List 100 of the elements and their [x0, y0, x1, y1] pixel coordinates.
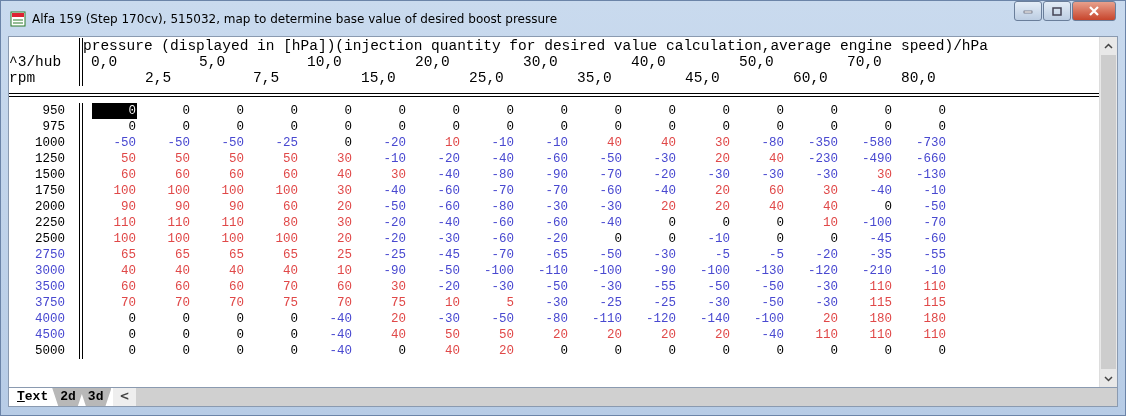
- table-cell[interactable]: -25: [254, 135, 299, 151]
- table-cell[interactable]: 75: [254, 295, 299, 311]
- table-cell[interactable]: 0: [524, 343, 569, 359]
- table-cell[interactable]: -25: [362, 247, 407, 263]
- table-cell[interactable]: -40: [470, 151, 515, 167]
- table-cell[interactable]: -40: [416, 167, 461, 183]
- table-cell[interactable]: 20: [632, 199, 677, 215]
- table-cell[interactable]: 10: [416, 135, 461, 151]
- table-cell[interactable]: 0: [362, 103, 407, 119]
- table-cell[interactable]: -60: [902, 231, 947, 247]
- table-cell[interactable]: -50: [524, 279, 569, 295]
- table-cell[interactable]: 0: [254, 327, 299, 343]
- table-cell[interactable]: -120: [794, 263, 839, 279]
- table-cell[interactable]: 30: [308, 183, 353, 199]
- table-cell[interactable]: 30: [686, 135, 731, 151]
- table-cell[interactable]: 0: [362, 343, 407, 359]
- table-cell[interactable]: 60: [254, 167, 299, 183]
- table-cell[interactable]: 0: [686, 343, 731, 359]
- table-cell[interactable]: -40: [416, 215, 461, 231]
- table-cell[interactable]: 0: [470, 119, 515, 135]
- table-cell[interactable]: -50: [92, 135, 137, 151]
- table-cell[interactable]: -60: [470, 215, 515, 231]
- table-cell[interactable]: 0: [416, 103, 461, 119]
- table-cell[interactable]: 0: [92, 119, 137, 135]
- table-cell[interactable]: 0: [632, 343, 677, 359]
- table-cell[interactable]: -30: [416, 311, 461, 327]
- table-cell[interactable]: 40: [200, 263, 245, 279]
- table-cell[interactable]: 110: [200, 215, 245, 231]
- table-cell[interactable]: 30: [848, 167, 893, 183]
- table-cell[interactable]: -30: [578, 279, 623, 295]
- table-cell[interactable]: 70: [200, 295, 245, 311]
- table-cell[interactable]: 0: [578, 119, 623, 135]
- table-cell[interactable]: 0: [254, 119, 299, 135]
- table-cell[interactable]: -90: [632, 263, 677, 279]
- table-cell[interactable]: 0: [740, 119, 785, 135]
- table-cell[interactable]: 70: [146, 295, 191, 311]
- view-tab[interactable]: 2d: [52, 388, 84, 406]
- table-cell[interactable]: -50: [146, 135, 191, 151]
- table-cell[interactable]: 0: [200, 343, 245, 359]
- table-cell[interactable]: -60: [578, 183, 623, 199]
- table-cell[interactable]: -100: [686, 263, 731, 279]
- table-cell[interactable]: -110: [578, 311, 623, 327]
- table-cell[interactable]: -20: [794, 247, 839, 263]
- table-cell[interactable]: -50: [578, 247, 623, 263]
- table-cell[interactable]: 60: [254, 199, 299, 215]
- table-cell[interactable]: 10: [308, 263, 353, 279]
- table-cell[interactable]: 0: [92, 327, 137, 343]
- table-cell[interactable]: 0: [902, 103, 947, 119]
- table-cell[interactable]: -10: [524, 135, 569, 151]
- table-cell[interactable]: -80: [470, 167, 515, 183]
- table-cell[interactable]: -60: [524, 215, 569, 231]
- table-cell[interactable]: -580: [848, 135, 893, 151]
- table-cell[interactable]: -30: [632, 247, 677, 263]
- table-cell[interactable]: -130: [740, 263, 785, 279]
- table-cell[interactable]: 60: [308, 279, 353, 295]
- table-cell[interactable]: -35: [848, 247, 893, 263]
- table-cell[interactable]: 50: [200, 151, 245, 167]
- table-cell[interactable]: -70: [902, 215, 947, 231]
- table-cell[interactable]: -730: [902, 135, 947, 151]
- table-cell[interactable]: 0: [794, 103, 839, 119]
- table-cell[interactable]: 0: [308, 103, 353, 119]
- table-cell[interactable]: -40: [362, 183, 407, 199]
- table-cell[interactable]: -30: [686, 167, 731, 183]
- table-cell[interactable]: -10: [902, 183, 947, 199]
- table-cell[interactable]: 110: [794, 327, 839, 343]
- table-cell[interactable]: 20: [794, 311, 839, 327]
- table-cell[interactable]: 110: [92, 215, 137, 231]
- table-cell[interactable]: 90: [146, 199, 191, 215]
- table-cell[interactable]: 70: [308, 295, 353, 311]
- table-cell[interactable]: -25: [578, 295, 623, 311]
- table-cell[interactable]: 0: [254, 343, 299, 359]
- table-cell[interactable]: 0: [794, 119, 839, 135]
- table-cell[interactable]: -30: [632, 151, 677, 167]
- table-cell[interactable]: -50: [200, 135, 245, 151]
- table-cell[interactable]: 70: [92, 295, 137, 311]
- table-cell[interactable]: -50: [902, 199, 947, 215]
- table-cell[interactable]: -40: [308, 343, 353, 359]
- table-cell[interactable]: -660: [902, 151, 947, 167]
- table-cell[interactable]: 100: [146, 183, 191, 199]
- table-cell[interactable]: 80: [254, 215, 299, 231]
- table-cell[interactable]: 100: [254, 183, 299, 199]
- table-cell[interactable]: 30: [308, 151, 353, 167]
- table-cell[interactable]: -70: [470, 247, 515, 263]
- table-cell[interactable]: 20: [686, 199, 731, 215]
- table-cell[interactable]: -50: [740, 295, 785, 311]
- table-cell[interactable]: 110: [902, 327, 947, 343]
- table-cell[interactable]: -30: [794, 167, 839, 183]
- table-cell[interactable]: 0: [146, 343, 191, 359]
- table-cell[interactable]: 40: [362, 327, 407, 343]
- table-cell[interactable]: 70: [254, 279, 299, 295]
- table-cell[interactable]: 50: [254, 151, 299, 167]
- table-cell[interactable]: -60: [470, 231, 515, 247]
- table-cell[interactable]: 100: [200, 183, 245, 199]
- table-cell[interactable]: -50: [578, 151, 623, 167]
- table-cell[interactable]: 0: [740, 103, 785, 119]
- table-cell[interactable]: -30: [524, 199, 569, 215]
- table-cell[interactable]: 10: [416, 295, 461, 311]
- table-cell[interactable]: 30: [362, 279, 407, 295]
- table-cell[interactable]: -50: [362, 199, 407, 215]
- table-cell[interactable]: 0: [632, 103, 677, 119]
